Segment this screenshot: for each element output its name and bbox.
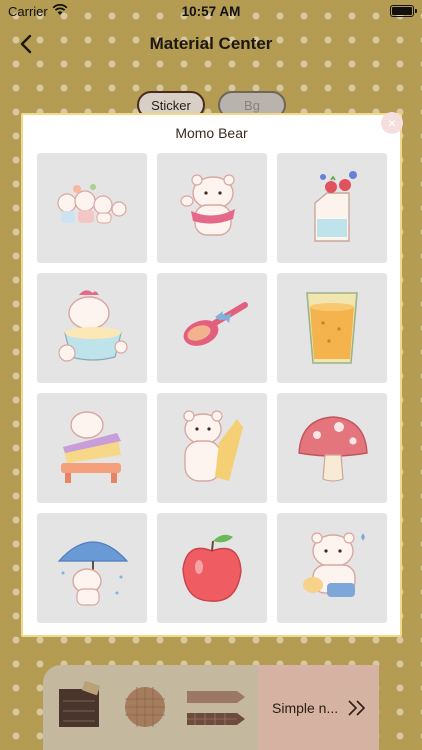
tray-item-labels[interactable] (185, 689, 247, 734)
sticker-item[interactable] (157, 153, 267, 263)
sticker-pack-modal: × Momo Bear (21, 112, 403, 637)
navigation-bar: Material Center (0, 22, 422, 66)
status-left: Carrier (8, 3, 68, 19)
milk-carton-berries-sticker (314, 171, 357, 242)
juice-glass-sticker (306, 292, 358, 364)
bear-with-umbrella-sticker (57, 541, 129, 606)
sticker-item[interactable] (277, 273, 387, 383)
modal-title: Momo Bear (175, 125, 248, 141)
bear-baking-bowl-sticker (58, 290, 128, 362)
bear-with-bag-sticker (303, 532, 365, 597)
bear-on-cake-sticker (61, 411, 121, 483)
sticker-item[interactable] (37, 273, 147, 383)
spoon-with-bow-sticker (183, 302, 248, 346)
sticker-item[interactable] (277, 153, 387, 263)
page-title: Material Center (149, 34, 273, 53)
bear-waving-sticker (180, 174, 235, 236)
battery-icon (390, 5, 417, 17)
mushroom-sticker (298, 416, 368, 482)
sticker-item[interactable] (37, 153, 147, 263)
sticker-item[interactable] (37, 513, 147, 623)
double-chevron-right-icon (348, 699, 366, 716)
carrier-label: Carrier (8, 3, 48, 19)
wifi-icon (52, 3, 68, 19)
sticker-item[interactable] (157, 273, 267, 383)
category-next-button[interactable]: Simple n... (258, 665, 379, 750)
bear-with-fan-sticker (183, 410, 243, 482)
status-bar: Carrier 10:57 AM (0, 0, 422, 22)
bear-friends-sticker (57, 184, 127, 224)
sticker-item[interactable] (157, 513, 267, 623)
sticker-item[interactable] (157, 393, 267, 503)
tray-item-circle[interactable] (123, 685, 167, 734)
category-label: Simple n... (272, 699, 339, 716)
sticker-item[interactable] (277, 393, 387, 503)
apple-sticker (182, 534, 242, 602)
sticker-item[interactable] (37, 393, 147, 503)
sticker-item[interactable] (277, 513, 387, 623)
tray-item-notebook[interactable] (55, 680, 103, 736)
